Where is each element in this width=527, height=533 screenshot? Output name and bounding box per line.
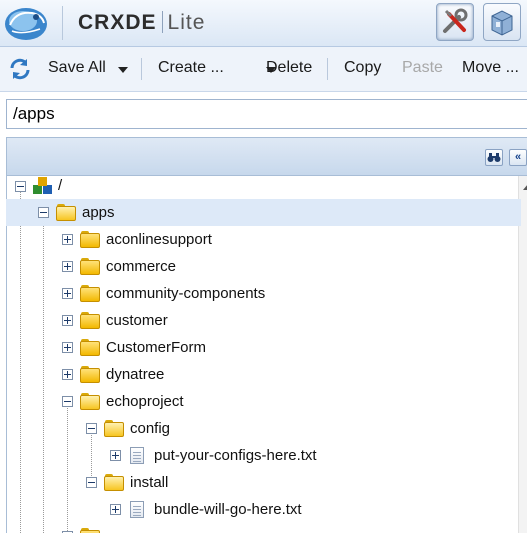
- binoculars-icon[interactable]: [485, 149, 503, 166]
- collapse-toggle-icon[interactable]: [86, 477, 97, 488]
- file-icon: [130, 501, 144, 518]
- folder-open-icon: [80, 392, 100, 410]
- package-icon: [491, 10, 513, 36]
- tree-node-customerform[interactable]: CustomerForm: [6, 334, 521, 361]
- tree-node-label: bundle-will-go-here.txt: [154, 501, 302, 518]
- app-header: CRXDE Lite: [0, 0, 527, 47]
- tree-node-apps[interactable]: apps: [6, 199, 521, 226]
- crxde-logo-icon: [5, 8, 47, 40]
- folder-icon: [80, 527, 100, 533]
- file-icon: [130, 447, 144, 464]
- app-title-light: Lite: [167, 11, 206, 34]
- folder-icon: [80, 365, 100, 383]
- toolbar-divider-2: [327, 58, 328, 80]
- tree-node-config-file[interactable]: put-your-configs-here.txt: [6, 442, 521, 469]
- move-button[interactable]: Move ...: [462, 59, 519, 77]
- tools-button[interactable]: [436, 3, 474, 41]
- tree-node-label: /: [58, 177, 63, 194]
- tools-icon: [443, 8, 468, 33]
- folder-open-icon: [56, 203, 76, 221]
- path-input[interactable]: /apps: [6, 99, 527, 129]
- tree-node-label: dynatree: [106, 366, 165, 383]
- tree-node-customer[interactable]: customer: [6, 307, 521, 334]
- expand-toggle-icon[interactable]: [62, 315, 73, 326]
- tree-node-install[interactable]: install: [6, 469, 521, 496]
- tree-node-community-components[interactable]: community-components: [6, 280, 521, 307]
- tree-node-label: config: [130, 420, 171, 437]
- tree-node-aconlinesupport[interactable]: aconlinesupport: [6, 226, 521, 253]
- app-title: CRXDE Lite: [78, 11, 205, 35]
- expand-toggle-icon[interactable]: [62, 342, 73, 353]
- tree-node-label: aconlinesupport: [106, 231, 212, 248]
- app-title-bold: CRXDE: [78, 11, 157, 34]
- expand-toggle-icon[interactable]: [62, 261, 73, 272]
- save-all-dropdown-icon[interactable]: [118, 67, 128, 73]
- copy-button[interactable]: Copy: [344, 59, 381, 77]
- paste-button[interactable]: Paste: [402, 59, 443, 77]
- header-divider: [62, 6, 63, 40]
- folder-icon: [80, 338, 100, 356]
- tree-node-partial[interactable]: [6, 523, 521, 533]
- tree-node-config[interactable]: config: [6, 415, 521, 442]
- expand-toggle-icon[interactable]: [62, 288, 73, 299]
- refresh-icon[interactable]: [8, 57, 32, 81]
- main-toolbar: Save All Create ... Delete Copy Paste Mo…: [0, 47, 527, 92]
- collapse-toggle-icon[interactable]: [86, 423, 97, 434]
- tree-node-root[interactable]: /: [6, 173, 521, 200]
- tree-node-dynatree[interactable]: dynatree: [6, 361, 521, 388]
- tree-node-commerce[interactable]: commerce: [6, 253, 521, 280]
- folder-icon: [80, 311, 100, 329]
- collapse-toggle-icon[interactable]: [15, 181, 26, 192]
- tree-node-label: apps: [82, 204, 115, 221]
- tree-panel-header: «: [7, 138, 527, 176]
- tree-node-label: CustomerForm: [106, 339, 207, 356]
- folder-icon: [80, 284, 100, 302]
- tree-node-label: community-components: [106, 285, 266, 302]
- expand-toggle-icon[interactable]: [62, 234, 73, 245]
- collapse-toggle-icon[interactable]: [38, 207, 49, 218]
- expand-toggle-icon[interactable]: [110, 504, 121, 515]
- tree-node-label: put-your-configs-here.txt: [154, 447, 317, 464]
- tree-node-echoproject[interactable]: echoproject: [6, 388, 521, 415]
- save-all-button[interactable]: Save All: [48, 59, 106, 77]
- tree-node-label: install: [130, 474, 169, 491]
- package-button[interactable]: [483, 3, 521, 41]
- title-divider: [161, 11, 163, 33]
- tree-node-label: customer: [106, 312, 168, 329]
- folder-open-icon: [104, 473, 124, 491]
- folder-icon: [80, 257, 100, 275]
- scroll-up-icon[interactable]: [523, 184, 527, 190]
- folder-open-icon: [104, 419, 124, 437]
- toolbar-divider: [141, 58, 142, 80]
- delete-button[interactable]: Delete: [266, 59, 312, 77]
- tree-node-label: echoproject: [106, 393, 184, 410]
- repository-icon: [33, 177, 52, 194]
- tree-node-label: commerce: [106, 258, 177, 275]
- create-button[interactable]: Create ...: [158, 59, 224, 77]
- collapse-toggle-icon[interactable]: [62, 396, 73, 407]
- expand-toggle-icon[interactable]: [62, 369, 73, 380]
- collapse-panel-icon[interactable]: «: [509, 149, 527, 166]
- tree-node-install-file[interactable]: bundle-will-go-here.txt: [6, 496, 521, 523]
- folder-icon: [80, 230, 100, 248]
- expand-toggle-icon[interactable]: [110, 450, 121, 461]
